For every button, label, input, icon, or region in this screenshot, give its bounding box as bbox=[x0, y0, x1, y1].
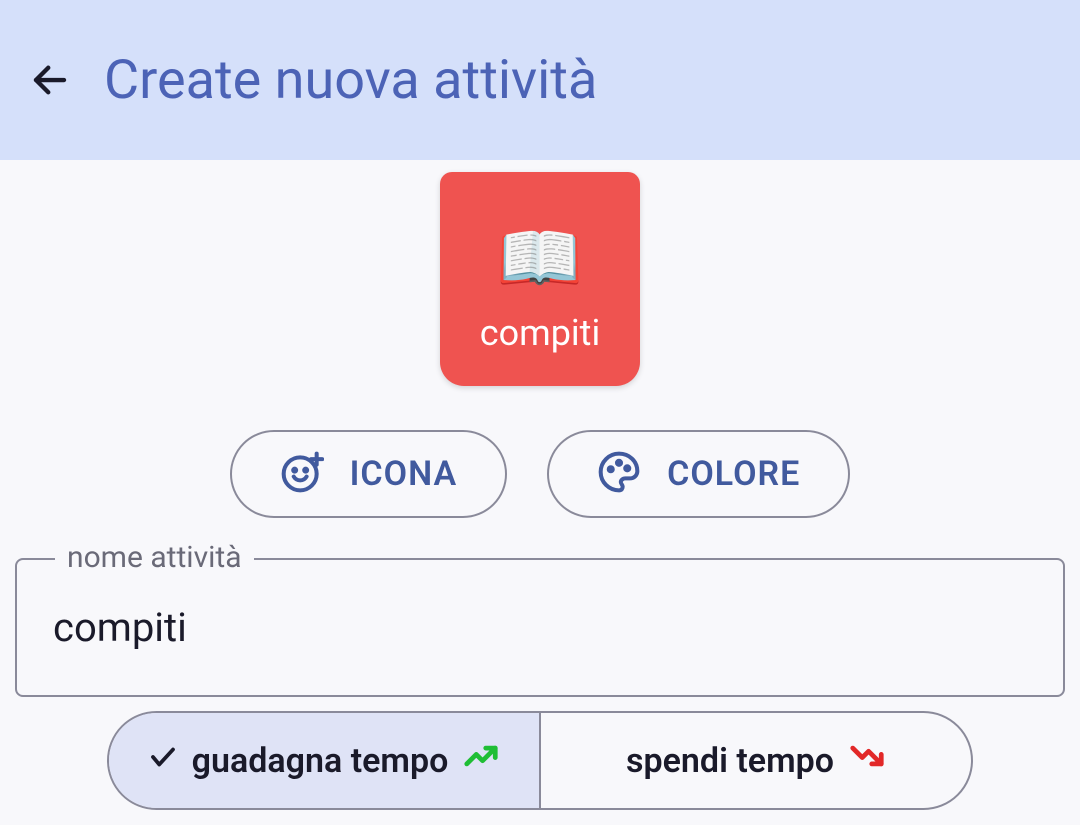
time-toggle: guadagna tempo spendi tempo bbox=[107, 711, 973, 810]
button-row: ICONA COLORE bbox=[230, 430, 851, 518]
page-title: Create nuova attività bbox=[104, 49, 597, 112]
trend-down-icon bbox=[848, 737, 886, 784]
header: Create nuova attività bbox=[0, 0, 1080, 160]
icon-button-label: ICONA bbox=[350, 454, 458, 494]
activity-name-input[interactable] bbox=[15, 558, 1065, 697]
content: 📖 compiti ICONA bbox=[0, 160, 1080, 810]
smiley-plus-icon bbox=[280, 450, 324, 498]
icon-button[interactable]: ICONA bbox=[230, 430, 508, 518]
toggle-gain-time[interactable]: guadagna tempo bbox=[109, 713, 541, 808]
color-button-label: COLORE bbox=[667, 454, 800, 494]
toggle-spend-label: spendi tempo bbox=[626, 741, 834, 781]
arrow-left-icon bbox=[29, 59, 71, 101]
toggle-gain-label: guadagna tempo bbox=[192, 741, 449, 781]
toggle-spend-time[interactable]: spendi tempo bbox=[541, 713, 971, 808]
back-button[interactable] bbox=[24, 54, 76, 106]
name-field-legend: nome attività bbox=[55, 540, 254, 575]
trend-up-icon bbox=[462, 737, 500, 784]
check-icon bbox=[148, 741, 178, 781]
activity-preview-card: 📖 compiti bbox=[440, 172, 640, 386]
activity-card-label: compiti bbox=[480, 312, 600, 354]
palette-icon bbox=[597, 450, 641, 498]
open-book-icon: 📖 bbox=[496, 224, 583, 294]
name-field-wrapper: nome attività bbox=[15, 558, 1065, 697]
color-button[interactable]: COLORE bbox=[547, 430, 850, 518]
